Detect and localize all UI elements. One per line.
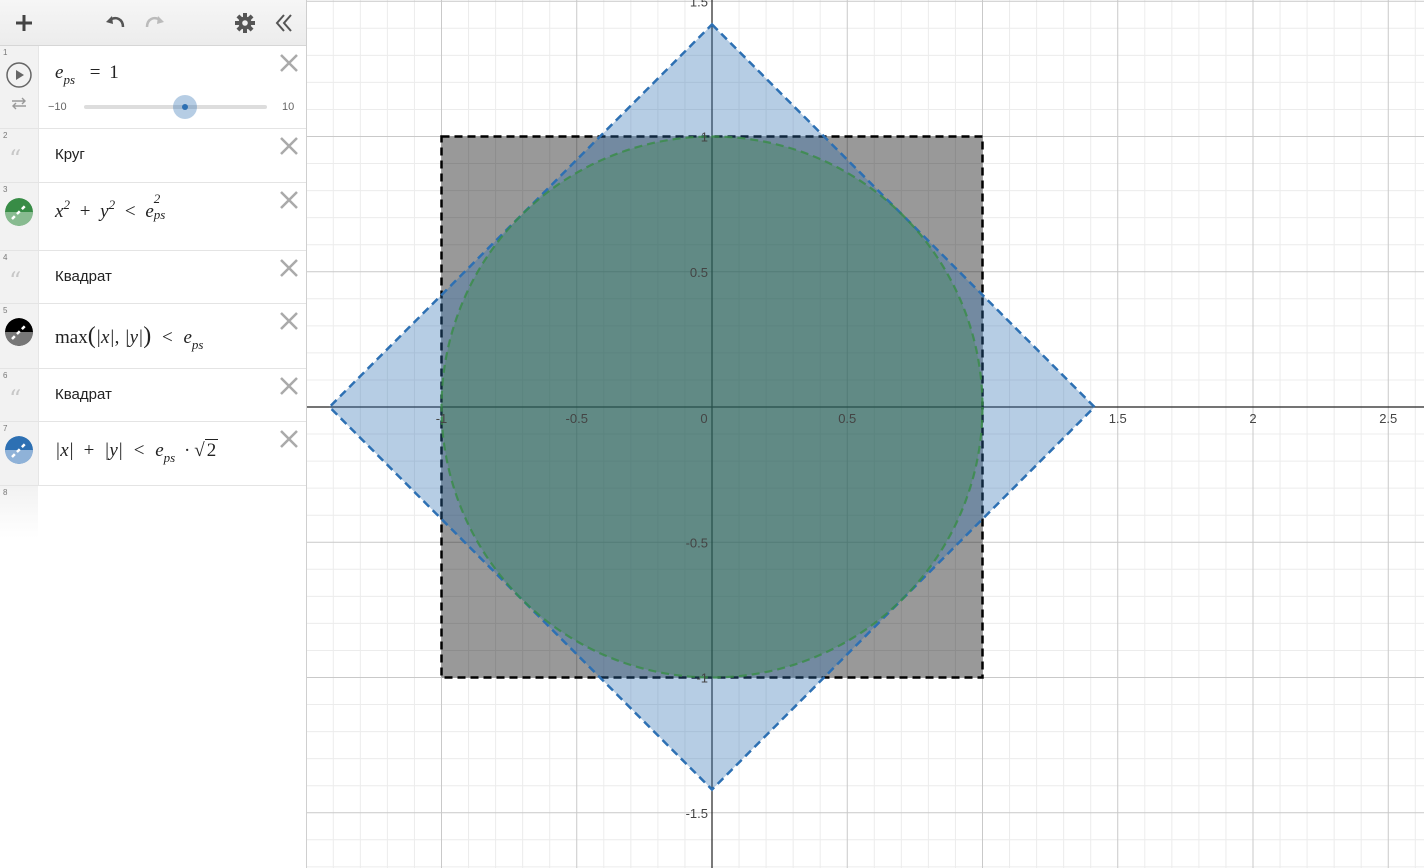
dashed-line-icon: [5, 198, 33, 226]
y-tick-label: -0.5: [686, 535, 708, 550]
row-index: 7: [3, 424, 8, 433]
x-tick-label: 0.5: [838, 411, 856, 426]
graph-canvas[interactable]: -1 -0.5 0 0.5 1.5 2 2.5 1.5 1 0.5 -0.5 -1 -1.5: [307, 0, 1424, 868]
slider-min[interactable]: −10: [48, 101, 67, 113]
x-tick-label: -1: [436, 411, 448, 426]
x-tick-label: 2: [1249, 411, 1256, 426]
undo-button[interactable]: [100, 0, 130, 45]
row-index: 6: [3, 371, 8, 380]
expression-list: 1 eps = 1 −10 10 2 “ Круг 3 x2 + y2 < e …: [0, 46, 306, 538]
circle-region: [440, 135, 984, 679]
undo-icon: [106, 15, 125, 27]
y-tick-label: 1: [701, 130, 708, 145]
expression-row-4[interactable]: 4 “ Квадрат: [0, 251, 306, 304]
y-tick-label: -1.5: [686, 806, 708, 821]
add-expression-button[interactable]: [10, 0, 38, 45]
x-tick-label: 2.5: [1379, 411, 1397, 426]
row-index: 4: [3, 253, 8, 262]
row-gutter: 4 “: [0, 251, 39, 303]
diamond-color-swatch[interactable]: [5, 436, 33, 464]
expression-row-2[interactable]: 2 “ Круг: [0, 129, 306, 183]
note-text[interactable]: Квадрат: [55, 268, 112, 285]
note-text[interactable]: Квадрат: [55, 386, 112, 403]
dashed-line-icon: [5, 318, 33, 346]
row-gutter: 8: [0, 486, 38, 538]
settings-button[interactable]: [232, 0, 258, 45]
x-tick-label: -0.5: [566, 411, 588, 426]
delete-expression-button[interactable]: [278, 52, 300, 74]
slider-value: 1: [109, 62, 119, 83]
circle-color-swatch[interactable]: [5, 198, 33, 226]
double-chevron-left-icon: [275, 13, 292, 32]
redo-icon: [145, 15, 164, 27]
repeat-icon: [12, 97, 26, 110]
plus-icon: [16, 14, 32, 31]
note-text[interactable]: Круг: [55, 146, 85, 163]
close-icon: [280, 191, 298, 209]
square-inequality[interactable]: max(|x|, |y|) < eps: [55, 323, 203, 352]
quote-icon: “: [9, 385, 22, 413]
slider-variable-subscript: ps: [63, 72, 75, 87]
expression-toolbar: [0, 0, 306, 46]
close-icon: [280, 377, 298, 395]
expression-row-1[interactable]: 1 eps = 1 −10 10: [0, 46, 306, 129]
expression-row-7[interactable]: 7 |x| + |y| < eps · √ 2: [0, 422, 306, 486]
delete-expression-button[interactable]: [278, 310, 300, 332]
expression-panel: 1 eps = 1 −10 10 2 “ Круг 3 x2 + y2 < e …: [0, 0, 307, 868]
delete-expression-button[interactable]: [278, 375, 300, 397]
slider-track[interactable]: [84, 95, 267, 119]
close-icon: [280, 430, 298, 448]
row-index: 3: [3, 185, 8, 194]
slider-expression[interactable]: eps = 1: [55, 62, 119, 87]
row-index: 2: [3, 131, 8, 140]
delete-expression-button[interactable]: [278, 428, 300, 450]
expression-row-5[interactable]: 5 max(|x|, |y|) < eps: [0, 304, 306, 369]
play-button[interactable]: [5, 61, 33, 94]
row-gutter: 1: [0, 46, 39, 128]
delete-expression-button[interactable]: [278, 189, 300, 211]
delete-expression-button[interactable]: [278, 257, 300, 279]
row-index: 5: [3, 306, 8, 315]
close-icon: [280, 137, 298, 155]
row-gutter: 5: [0, 304, 39, 368]
row-gutter: 6 “: [0, 369, 39, 421]
close-icon: [280, 259, 298, 277]
close-icon: [280, 54, 298, 72]
close-icon: [280, 312, 298, 330]
row-index: 1: [3, 48, 8, 57]
delete-expression-button[interactable]: [278, 135, 300, 157]
row-index: 8: [3, 488, 8, 497]
diamond-inequality[interactable]: |x| + |y| < eps · √ 2: [55, 439, 219, 465]
play-icon: [6, 62, 32, 88]
expression-row-3[interactable]: 3 x2 + y2 < e 2 ps: [0, 183, 306, 251]
square-color-swatch[interactable]: [5, 318, 33, 346]
quote-icon: “: [9, 145, 22, 173]
slider-max[interactable]: 10: [282, 101, 294, 113]
expression-row-6[interactable]: 6 “ Квадрат: [0, 369, 306, 422]
redo-button[interactable]: [140, 0, 170, 45]
x-tick-label: 1.5: [1109, 411, 1127, 426]
dashed-line-icon: [5, 436, 33, 464]
row-gutter: 3: [0, 183, 39, 250]
x-tick-label: 0: [700, 411, 707, 426]
row-gutter: 7: [0, 422, 39, 485]
circle-inequality[interactable]: x2 + y2 < e 2 ps: [55, 191, 170, 223]
loop-button[interactable]: [10, 96, 28, 115]
expression-row-8[interactable]: 8: [0, 486, 306, 538]
slider-thumb[interactable]: [172, 95, 197, 119]
y-tick-label: -1: [696, 671, 708, 686]
gear-icon: [235, 12, 255, 33]
row-gutter: 2 “: [0, 129, 39, 182]
quote-icon: “: [9, 267, 22, 295]
y-tick-label: 0.5: [690, 265, 708, 280]
y-tick-label: 1.5: [690, 0, 708, 9]
graphed-regions: [327, 22, 1097, 792]
collapse-panel-button[interactable]: [270, 0, 298, 45]
